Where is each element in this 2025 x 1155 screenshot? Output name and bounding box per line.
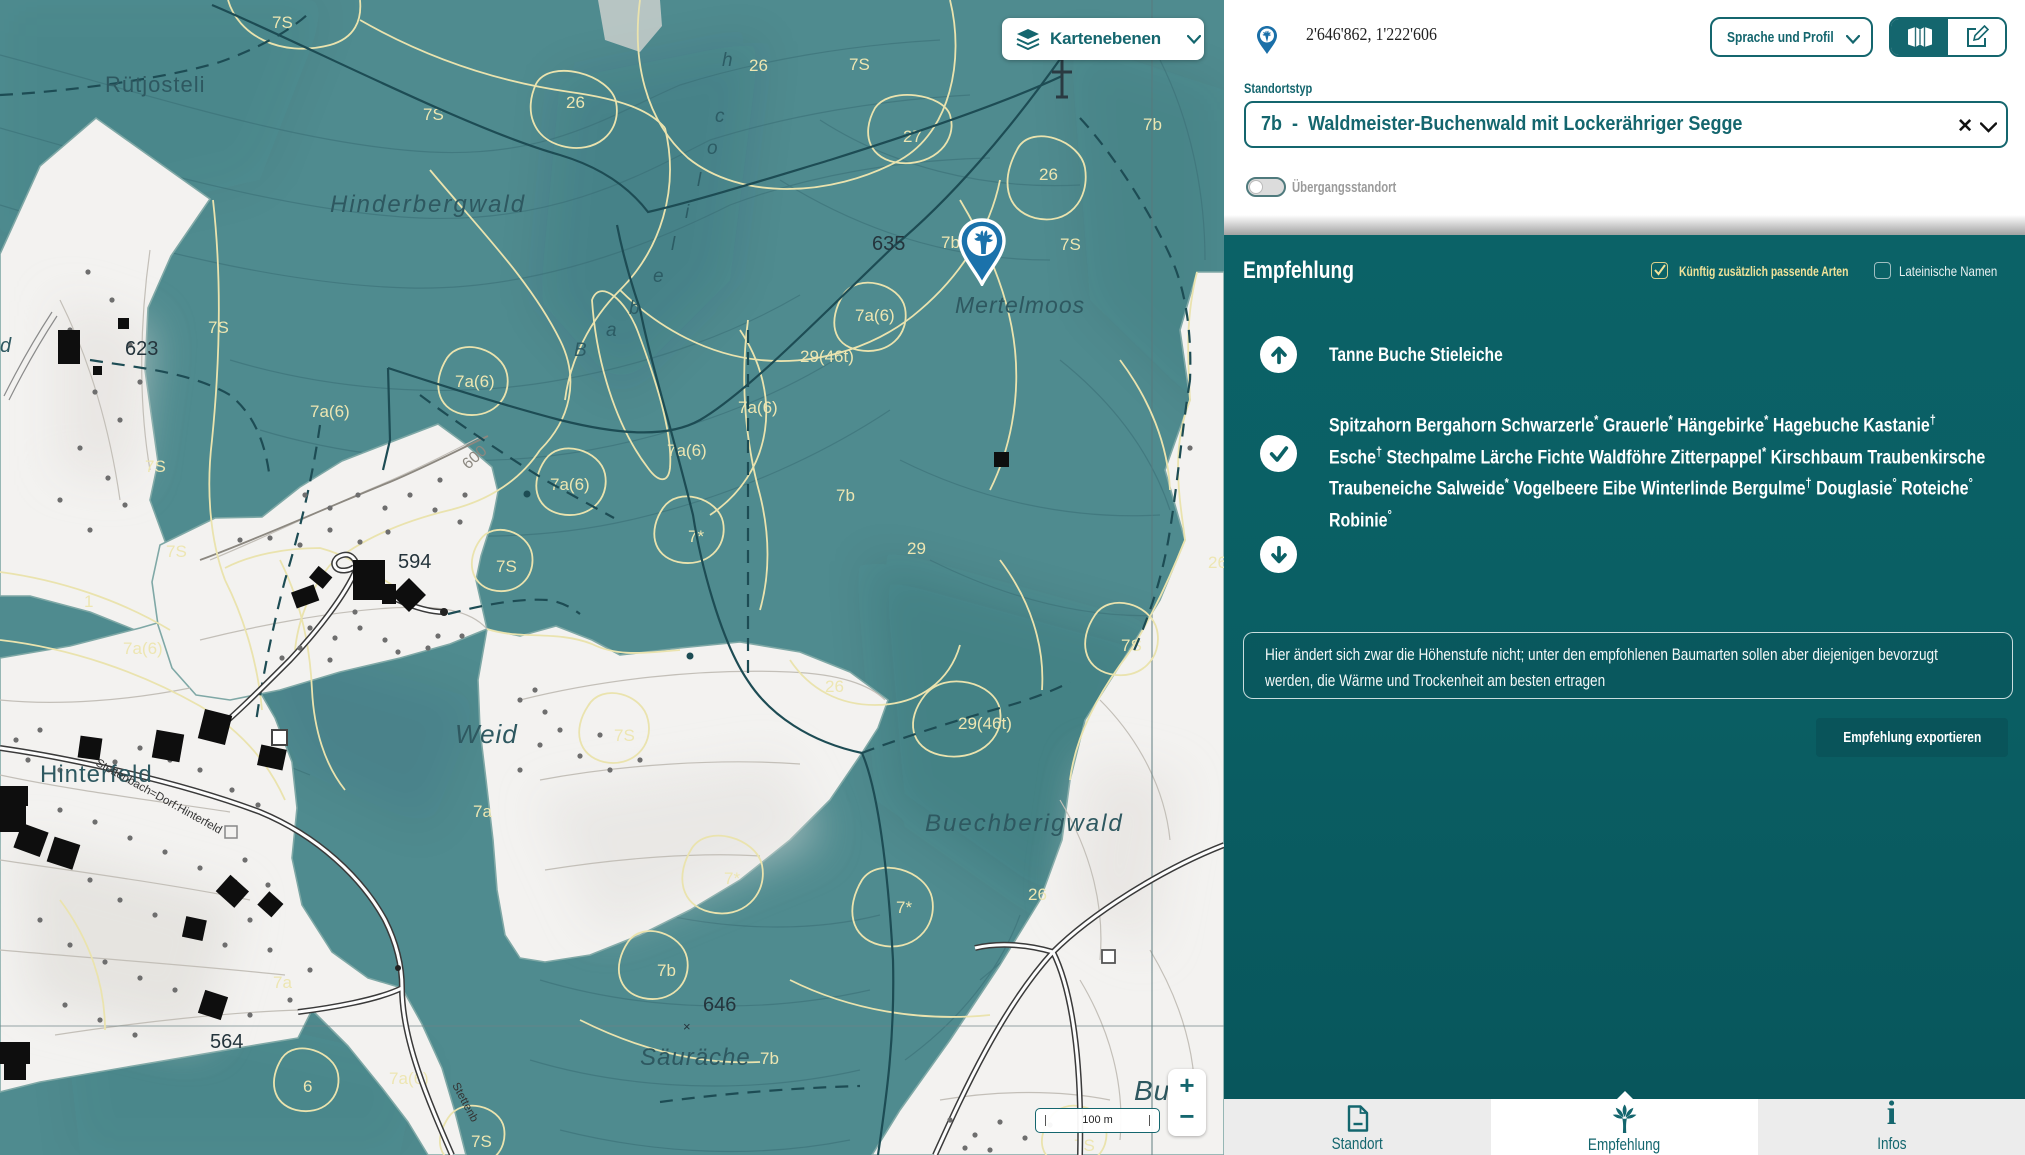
svg-text:7a: 7a xyxy=(273,973,292,992)
svg-text:635: 635 xyxy=(872,233,905,255)
svg-text:B: B xyxy=(574,340,587,361)
svg-text:7a(6): 7a(6) xyxy=(550,475,590,494)
svg-text:e: e xyxy=(653,266,664,287)
svg-text:7a(6): 7a(6) xyxy=(855,306,895,325)
svg-text:7S: 7S xyxy=(471,1132,492,1151)
svg-text:26: 26 xyxy=(1039,165,1058,184)
svg-text:7S: 7S xyxy=(208,318,229,337)
svg-text:7*: 7* xyxy=(724,869,740,888)
svg-text:26: 26 xyxy=(1208,553,1224,572)
svg-text:Weid: Weid xyxy=(455,719,518,749)
svg-text:o: o xyxy=(707,138,718,159)
svg-text:7S: 7S xyxy=(166,542,187,561)
svg-text:×: × xyxy=(683,1019,691,1034)
svg-text:c: c xyxy=(715,106,725,127)
svg-text:7*: 7* xyxy=(896,898,912,917)
svg-text:7S: 7S xyxy=(1060,235,1081,254)
svg-text:646: 646 xyxy=(703,994,736,1016)
svg-text:7a(6): 7a(6) xyxy=(455,372,495,391)
svg-text:7S: 7S xyxy=(145,457,166,476)
svg-text:Mertelmoos: Mertelmoos xyxy=(955,292,1085,318)
svg-text:26: 26 xyxy=(1028,885,1047,904)
svg-text:26: 26 xyxy=(749,56,768,75)
svg-text:26: 26 xyxy=(566,93,585,112)
svg-text:Säuräche: Säuräche xyxy=(640,1044,751,1071)
svg-text:h: h xyxy=(722,50,733,71)
svg-text:6: 6 xyxy=(303,1077,312,1096)
svg-text:d: d xyxy=(0,335,12,357)
svg-text:Hinderbergwald: Hinderbergwald xyxy=(330,191,526,218)
svg-text:Bu: Bu xyxy=(1134,1075,1170,1106)
svg-text:7a(6): 7a(6) xyxy=(310,402,350,421)
svg-text:26: 26 xyxy=(825,677,844,696)
svg-text:29(46t): 29(46t) xyxy=(800,347,854,366)
svg-text:7a(6): 7a(6) xyxy=(738,398,778,417)
svg-text:Buechberigwald: Buechberigwald xyxy=(925,810,1124,837)
svg-text:29: 29 xyxy=(907,539,926,558)
svg-text:7a(6): 7a(6) xyxy=(667,441,707,460)
svg-text:7S: 7S xyxy=(849,55,870,74)
svg-text:7S: 7S xyxy=(272,13,293,32)
svg-text:a: a xyxy=(606,320,617,341)
svg-text:b: b xyxy=(629,298,640,319)
svg-text:7S: 7S xyxy=(614,726,635,745)
svg-text:7b: 7b xyxy=(657,961,676,980)
svg-text:623: 623 xyxy=(125,338,158,360)
svg-text:7a: 7a xyxy=(473,802,492,821)
svg-text:7S: 7S xyxy=(496,557,517,576)
svg-text:7a(6): 7a(6) xyxy=(123,639,163,658)
svg-text:7b: 7b xyxy=(836,486,855,505)
svg-text:7S: 7S xyxy=(423,105,444,124)
svg-text:Rütjosteli: Rütjosteli xyxy=(105,72,205,97)
svg-text:7b: 7b xyxy=(1143,115,1162,134)
svg-text:594: 594 xyxy=(398,551,431,573)
svg-text:564: 564 xyxy=(210,1031,243,1053)
svg-text:1: 1 xyxy=(84,592,93,611)
svg-text:7b: 7b xyxy=(760,1049,779,1068)
